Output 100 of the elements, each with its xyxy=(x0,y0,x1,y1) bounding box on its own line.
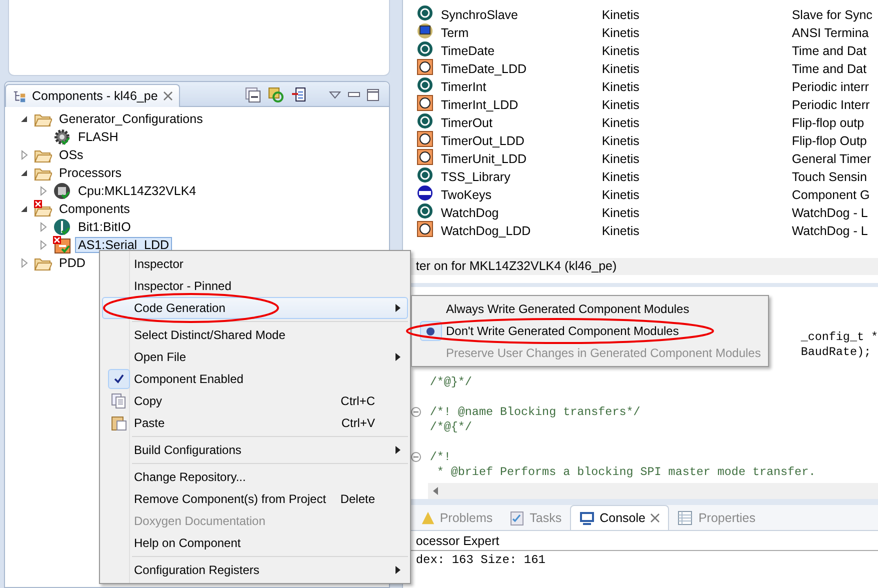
category-cell-text: Kinetis xyxy=(602,224,640,238)
tree-item[interactable]: FLASH xyxy=(75,129,122,145)
description-cell-text: Flip-flop outp xyxy=(792,116,866,130)
collapse-arrow-icon[interactable] xyxy=(19,114,29,124)
category-cell-text: Kinetis xyxy=(602,170,640,184)
code-line: /*! xyxy=(430,450,451,464)
submenu-arrow-icon xyxy=(393,353,403,361)
category-cell-text: Kinetis xyxy=(602,44,640,58)
menu-item[interactable]: Component Enabled xyxy=(102,368,408,390)
category-cell-text: Kinetis xyxy=(602,80,640,94)
menu-item[interactable]: Don't Write Generated Component Modules xyxy=(414,320,766,342)
component-name: TimeDate xyxy=(440,44,496,58)
description-cell-text: Slave for Sync xyxy=(792,8,874,22)
panel-tab[interactable]: Console xyxy=(570,505,670,530)
expand-arrow-icon[interactable] xyxy=(38,186,48,196)
component-name: TimeDate_LDD xyxy=(440,62,528,76)
component-name: WatchDog_LDD xyxy=(440,224,532,238)
category-cell-text: Kinetis xyxy=(602,188,640,202)
tree-item[interactable]: Processors xyxy=(56,165,125,181)
refresh-icon[interactable] xyxy=(268,87,284,103)
menu-item[interactable]: Build Configurations xyxy=(102,439,408,461)
component-name: TSS_Library xyxy=(440,170,512,184)
component-icon xyxy=(416,149,433,165)
component-icon xyxy=(416,59,433,75)
component-icon xyxy=(416,131,433,147)
close-icon[interactable] xyxy=(162,91,173,101)
component-name: TwoKeys xyxy=(440,188,493,202)
submenu-arrow-icon xyxy=(393,446,403,454)
component-name: TimerOut xyxy=(440,116,494,130)
menu-item[interactable]: Code Generation xyxy=(102,297,408,319)
category-cell-text: Kinetis xyxy=(602,206,640,220)
code-line: /*! @name Blocking transfers*/ xyxy=(430,404,640,418)
description-cell-text: Periodic Interr xyxy=(792,98,871,112)
component-icon xyxy=(416,203,433,219)
menu-item[interactable]: Change Repository... xyxy=(102,466,408,488)
shortcut-label: Ctrl+C xyxy=(340,394,375,408)
menu-item[interactable]: Always Write Generated Component Modules xyxy=(414,298,766,320)
description-cell-text: Periodic interr xyxy=(792,80,870,94)
horizontal-scrollbar[interactable] xyxy=(428,483,878,499)
monitor-icon xyxy=(578,510,595,526)
collapse-all-icon[interactable] xyxy=(244,87,261,103)
component-name: TimerUnit_LDD xyxy=(440,152,528,166)
component-name: TimerInt_LDD xyxy=(440,98,520,112)
maximize-icon[interactable] xyxy=(366,89,379,101)
component-icon xyxy=(416,41,433,57)
collapse-arrow-icon[interactable] xyxy=(19,168,29,178)
menu-item[interactable]: Select Distinct/Shared Mode xyxy=(102,324,408,346)
view-menu-icon[interactable] xyxy=(328,91,341,99)
description-cell-text: Component G xyxy=(792,188,871,202)
component-icon xyxy=(416,5,433,21)
view-tab[interactable]: Components - kl46_pe xyxy=(5,84,180,107)
component-icon xyxy=(416,95,433,111)
export-icon[interactable] xyxy=(290,87,307,103)
expand-arrow-icon[interactable] xyxy=(38,222,48,232)
close-icon[interactable] xyxy=(650,513,660,523)
expand-arrow-icon[interactable] xyxy=(38,240,48,250)
category-cell-text: Kinetis xyxy=(602,98,640,112)
tree-item[interactable]: Generator_Configurations xyxy=(56,111,206,127)
component-name: TimerOut_LDD xyxy=(440,134,526,148)
scroll-left-icon[interactable] xyxy=(432,487,439,495)
collapse-arrow-icon[interactable] xyxy=(19,204,29,214)
tree-item[interactable]: OSs xyxy=(56,147,86,163)
shortcut-label: Delete xyxy=(340,492,375,506)
menu-item[interactable]: Open File xyxy=(102,346,408,368)
expand-arrow-icon[interactable] xyxy=(19,258,29,268)
expand-arrow-icon[interactable] xyxy=(19,150,29,160)
code-line: /*@{*/ xyxy=(430,420,472,434)
menu-item[interactable]: Inspector - Pinned xyxy=(102,275,408,297)
component-icon xyxy=(416,23,433,39)
description-cell-text: General Timer xyxy=(792,152,872,166)
tree-item[interactable]: Cpu:MKL14Z32VLK4 xyxy=(75,183,200,199)
category-cell-text: Kinetis xyxy=(602,116,640,130)
menu-item[interactable]: Configuration Registers xyxy=(102,559,408,581)
tree-item[interactable]: Components xyxy=(56,201,133,217)
table-icon xyxy=(677,510,694,526)
fold-icon[interactable] xyxy=(411,406,422,416)
code-line: BaudRate); xyxy=(800,344,871,358)
component-icon xyxy=(416,77,433,93)
component-name: WatchDog xyxy=(440,206,500,220)
category-cell-text: Kinetis xyxy=(602,8,640,22)
fold-icon[interactable] xyxy=(411,452,422,462)
description-cell-text: Flip-flop Outp xyxy=(792,134,868,148)
menu-item[interactable]: Paste Ctrl+V xyxy=(102,412,408,434)
tree-view-icon xyxy=(12,88,27,104)
category-cell-text: Kinetis xyxy=(602,134,640,148)
menu-item[interactable]: Remove Component(s) from Project Delete xyxy=(102,488,408,510)
warning-icon xyxy=(420,510,435,524)
category-cell-text: Kinetis xyxy=(602,62,640,76)
category-cell-text: Kinetis xyxy=(602,152,640,166)
tree-item[interactable]: Bit1:BitIO xyxy=(75,219,134,235)
minimize-icon[interactable] xyxy=(348,92,360,98)
console-output: dex: 163 Size: 161 xyxy=(414,552,546,567)
description-cell-text: Time and Dat xyxy=(792,62,868,76)
category-cell-text: Kinetis xyxy=(602,26,640,40)
tree-item[interactable]: PDD xyxy=(56,255,88,271)
code-line: /*@}*/ xyxy=(430,374,472,388)
copy-icon xyxy=(110,393,126,409)
description-cell-text: WatchDog - L xyxy=(792,224,869,238)
menu-item[interactable]: Copy Ctrl+C xyxy=(102,390,408,412)
description-cell-text: Time and Dat xyxy=(792,44,868,58)
